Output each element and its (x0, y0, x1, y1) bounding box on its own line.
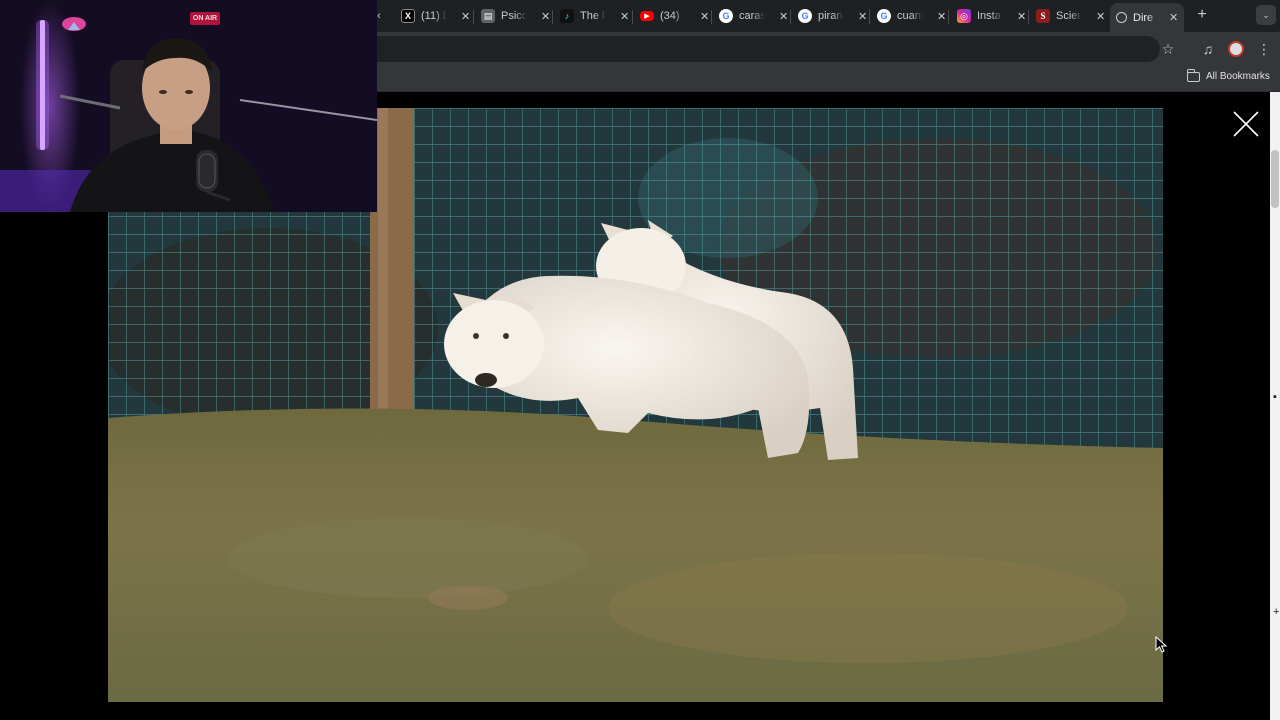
bookmark-star-icon[interactable]: ☆ (1159, 40, 1177, 58)
tab-label: (11) D (421, 10, 447, 22)
all-bookmarks-button[interactable]: All Bookmarks (1186, 68, 1270, 82)
close-tab-icon[interactable]: ✕ (858, 10, 867, 23)
new-tab-button[interactable]: + (1193, 6, 1211, 24)
scrollbar-thumb[interactable] (1271, 150, 1279, 208)
tab-overflow-chevron[interactable]: ‹ (377, 4, 381, 28)
tab-label: Scien (1056, 10, 1082, 22)
close-tab-icon[interactable]: ✕ (541, 10, 550, 23)
profile-avatar[interactable] (1228, 41, 1244, 57)
tab-label: piran (818, 10, 843, 22)
x-logo-icon: X (401, 9, 415, 23)
edge-plus-icon: + (1273, 606, 1280, 618)
tab-divider (552, 10, 553, 24)
mouse-cursor-icon (1155, 635, 1169, 659)
science-icon: S (1036, 9, 1050, 23)
tab-divider (1028, 10, 1029, 24)
all-bookmarks-label: All Bookmarks (1206, 71, 1270, 82)
tab-label: The l (580, 10, 605, 22)
close-tab-icon[interactable]: ✕ (1169, 11, 1178, 24)
edge-handle-icon: ▪ (1273, 391, 1277, 403)
tab-google-piran[interactable]: G piran ✕ (798, 4, 867, 28)
tab-divider (869, 10, 870, 24)
tab-instagram[interactable]: ◎ Insta ✕ (957, 4, 1026, 28)
tiktok-icon: ♪ (560, 9, 574, 23)
close-tab-icon[interactable]: ✕ (1096, 10, 1105, 23)
screen: ‹ X (11) D ✕ ▤ Psico ✕ ♪ The l ✕ ▶ (34) … (0, 0, 1280, 720)
tab-youtube[interactable]: ▶ (34) ✕ (640, 4, 709, 28)
tab-dire-active[interactable]: Dire ✕ (1110, 3, 1185, 32)
tab-label: Dire (1133, 11, 1154, 24)
media-controls-icon[interactable]: ♫ (1199, 40, 1217, 58)
instagram-icon: ◎ (957, 9, 971, 23)
close-tab-icon[interactable]: ✕ (700, 10, 709, 23)
webcam-overlay: ON AIR (0, 0, 377, 212)
close-tab-icon[interactable]: ✕ (937, 10, 946, 23)
close-icon (1233, 111, 1259, 137)
tab-tiktok[interactable]: ♪ The l ✕ (560, 4, 629, 28)
tab-divider (711, 10, 712, 24)
tab-divider (473, 10, 474, 24)
close-lightbox-button[interactable] (1230, 108, 1262, 140)
tab-google-cuant[interactable]: G cuant ✕ (877, 4, 946, 28)
tab-science[interactable]: S Scien ✕ (1036, 4, 1105, 28)
tab-divider (790, 10, 791, 24)
close-tab-icon[interactable]: ✕ (779, 10, 788, 23)
tab-x[interactable]: X (11) D ✕ (401, 4, 470, 28)
tab-label: cuant (897, 10, 923, 22)
address-bar[interactable] (360, 36, 1160, 62)
on-air-sign: ON AIR (190, 12, 220, 25)
google-icon: G (719, 9, 733, 23)
tab-divider (948, 10, 949, 24)
google-icon: G (877, 9, 891, 23)
webcam-scene (0, 0, 377, 212)
page-icon: ▤ (481, 9, 495, 23)
tab-label: (34) (660, 10, 680, 22)
tab-psico[interactable]: ▤ Psico ✕ (481, 4, 550, 28)
tab-search-chevron-icon[interactable]: ⌄ (1256, 5, 1276, 25)
globe-icon (1116, 12, 1127, 23)
close-tab-icon[interactable]: ✕ (620, 10, 629, 23)
kebab-menu-icon[interactable]: ⋮ (1255, 40, 1273, 58)
tab-google-caras[interactable]: G caras ✕ (719, 4, 788, 28)
google-icon: G (798, 9, 812, 23)
close-tab-icon[interactable]: ✕ (1017, 10, 1026, 23)
tab-label: caras (739, 10, 765, 22)
close-tab-icon[interactable]: ✕ (461, 10, 470, 23)
tab-divider (632, 10, 633, 24)
youtube-icon: ▶ (640, 11, 654, 21)
tab-label: Insta (977, 10, 1001, 22)
folder-icon (1186, 68, 1200, 82)
tab-label: Psico (501, 10, 527, 22)
